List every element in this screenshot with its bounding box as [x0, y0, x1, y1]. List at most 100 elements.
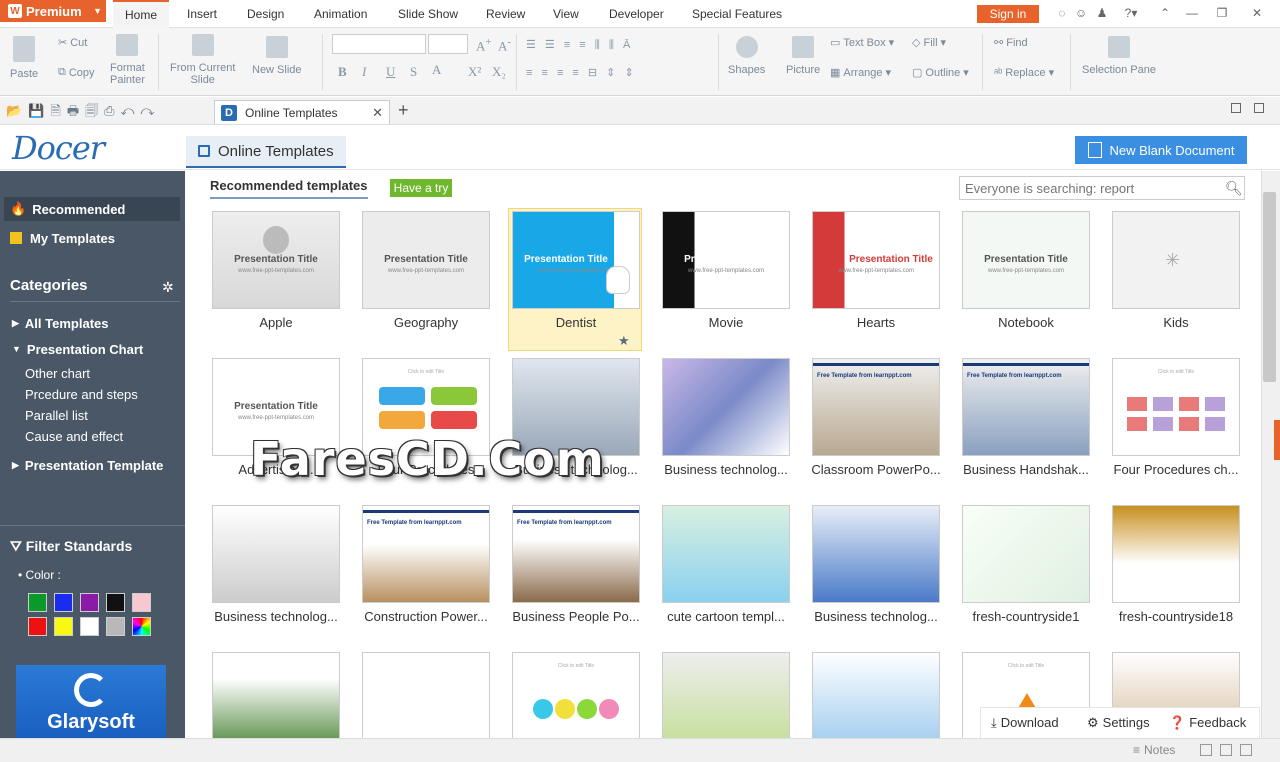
tab-insert[interactable]: Insert — [187, 0, 217, 28]
skin-icon[interactable]: ♟ — [1095, 6, 1109, 20]
template-card[interactable] — [212, 505, 340, 603]
cut-button[interactable]: ✂ Cut — [58, 36, 87, 50]
grow-font-icon[interactable]: A+ — [476, 36, 492, 54]
superscript-icon[interactable]: X² — [468, 64, 481, 80]
template-card[interactable]: Presentation Title www.free-ppt-templates… — [812, 211, 940, 309]
template-label[interactable]: Hearts — [801, 315, 951, 330]
template-label[interactable]: Business technolog... — [801, 609, 951, 624]
font-size-select[interactable] — [428, 34, 468, 54]
template-label[interactable]: Four Procedures ch... — [1101, 462, 1251, 477]
text-box-button[interactable]: ▭ Text Box ▾ — [830, 36, 894, 50]
template-label[interactable]: Apple — [201, 315, 351, 330]
close-tab-icon[interactable]: ✕ — [372, 105, 383, 121]
color-purple[interactable] — [80, 593, 99, 612]
template-label[interactable]: Dentist — [501, 315, 651, 330]
template-label[interactable]: Movie — [651, 315, 801, 330]
template-label[interactable]: Classroom PowerPo... — [801, 462, 951, 477]
side-panel-handle[interactable] — [1274, 420, 1280, 460]
align-icons[interactable]: ≡ ≡ ≡ ≡ ⊟ ⇕ ⇕ — [526, 66, 637, 79]
font-color-icon[interactable]: A — [432, 62, 441, 78]
notes-button[interactable]: ≡ Notes — [1133, 743, 1175, 757]
search-input[interactable] — [959, 176, 1245, 200]
color-rainbow[interactable] — [132, 617, 151, 636]
template-card[interactable]: Free Template from learnppt.com — [962, 358, 1090, 456]
minimize-icon[interactable]: — — [1185, 6, 1199, 20]
sidebar-item-cause[interactable]: Cause and effect — [0, 426, 185, 446]
feedback-button[interactable]: ❓ Feedback — [1169, 715, 1246, 731]
bold-icon[interactable]: B — [338, 64, 347, 80]
template-card[interactable]: Presentation Title www.free-ppt-templates… — [662, 211, 790, 309]
download-button[interactable]: ⤓ Download — [991, 715, 1059, 731]
tab-developer[interactable]: Developer — [609, 0, 664, 28]
template-card[interactable] — [662, 505, 790, 603]
new-blank-document-button[interactable]: New Blank Document — [1075, 136, 1247, 164]
gear-icon[interactable]: ✲ — [162, 279, 174, 296]
tab-online-templates[interactable]: D Online Templates ✕ — [214, 100, 390, 124]
tab-list-icon[interactable] — [1231, 103, 1241, 113]
template-label[interactable]: Business technolog... — [651, 462, 801, 477]
fill-button[interactable]: ◇ Fill ▾ — [912, 36, 946, 50]
sidebar-item-presentation-template[interactable]: ▶ Presentation Template — [0, 455, 185, 475]
format-painter-button[interactable]: Format Painter — [110, 34, 145, 86]
list-icons[interactable]: ☰ ☰ ≡ ≡ ⫼ ⫼ Ā — [526, 38, 633, 52]
color-white[interactable] — [80, 617, 99, 636]
subscript-icon[interactable]: X₂ — [492, 64, 506, 80]
chat-icon[interactable]: ◌ — [1055, 6, 1069, 20]
tab-home[interactable]: Home — [113, 0, 169, 28]
sidebar-item-all-templates[interactable]: ▶ All Templates — [0, 313, 185, 333]
template-label[interactable]: cute cartoon templ... — [651, 609, 801, 624]
shrink-font-icon[interactable]: A- — [498, 36, 511, 54]
template-label[interactable]: Construction Power... — [351, 609, 501, 624]
template-label[interactable]: Business Handshak... — [951, 462, 1101, 477]
settings-button[interactable]: ⚙ Settings — [1087, 715, 1150, 731]
template-label[interactable]: Notebook — [951, 315, 1101, 330]
reading-view-icon[interactable] — [1240, 744, 1252, 756]
outline-button[interactable]: ▢ Outline ▾ — [912, 66, 969, 80]
star-icon[interactable]: ★ — [618, 333, 630, 349]
color-gray[interactable] — [106, 617, 125, 636]
font-name-select[interactable] — [332, 34, 426, 54]
tab-restore-icon[interactable] — [1254, 103, 1264, 113]
template-card[interactable]: Presentation Title www.free-ppt-templates… — [962, 211, 1090, 309]
color-red[interactable] — [28, 617, 47, 636]
shapes-button[interactable]: Shapes — [728, 36, 765, 76]
template-card[interactable]: ✳ — [1112, 211, 1240, 309]
template-label[interactable]: Business technolog... — [201, 609, 351, 624]
find-button[interactable]: ⚯ Find — [994, 36, 1028, 50]
template-label[interactable]: Kids — [1101, 315, 1251, 330]
premium-button[interactable]: W Premium ▼ — [0, 0, 106, 22]
picture-button[interactable]: Picture — [786, 36, 820, 76]
color-black[interactable] — [106, 593, 125, 612]
template-label[interactable]: fresh-countryside1 — [951, 609, 1101, 624]
template-card[interactable]: Presentation Title www.free-ppt-templates… — [512, 211, 640, 309]
replace-button[interactable]: ᵃᵇ Replace ▾ — [994, 66, 1054, 80]
color-blue[interactable] — [54, 593, 73, 612]
tab-view[interactable]: View — [553, 0, 579, 28]
tab-animation[interactable]: Animation — [314, 0, 367, 28]
template-card[interactable] — [1112, 505, 1240, 603]
template-label[interactable]: fresh-countryside18 — [1101, 609, 1251, 624]
sidebar-item-parallel[interactable]: Parallel list — [0, 405, 185, 425]
new-slide-button[interactable]: New Slide — [252, 36, 302, 76]
sidebar-item-other-chart[interactable]: Other chart — [0, 363, 185, 383]
template-card[interactable]: Free Template from learnppt.com — [362, 505, 490, 603]
collapse-ribbon-icon[interactable]: ⌃ — [1158, 6, 1172, 20]
template-card[interactable]: Free Template from learnppt.com — [812, 358, 940, 456]
template-card[interactable] — [362, 652, 490, 739]
tab-special-features[interactable]: Special Features — [692, 0, 782, 28]
sorter-view-icon[interactable] — [1220, 744, 1232, 756]
restore-icon[interactable]: ❐ — [1215, 6, 1229, 20]
template-card[interactable]: Click to edit Title — [512, 652, 640, 739]
search-icon[interactable]: 🔍︎ — [1225, 180, 1243, 196]
template-card[interactable] — [662, 358, 790, 456]
tab-review[interactable]: Review — [486, 0, 525, 28]
scrollbar-thumb[interactable] — [1263, 192, 1276, 382]
template-label[interactable]: Business People Po... — [501, 609, 651, 624]
help-icon[interactable]: ?▾ — [1120, 6, 1142, 20]
sidebar-item-presentation-chart[interactable]: ▼ Presentation Chart — [0, 339, 185, 359]
template-card[interactable] — [962, 505, 1090, 603]
template-card[interactable] — [812, 652, 940, 739]
sidebar-item-my-templates[interactable]: My Templates — [0, 227, 185, 249]
tab-design[interactable]: Design — [247, 0, 284, 28]
color-green[interactable] — [28, 593, 47, 612]
